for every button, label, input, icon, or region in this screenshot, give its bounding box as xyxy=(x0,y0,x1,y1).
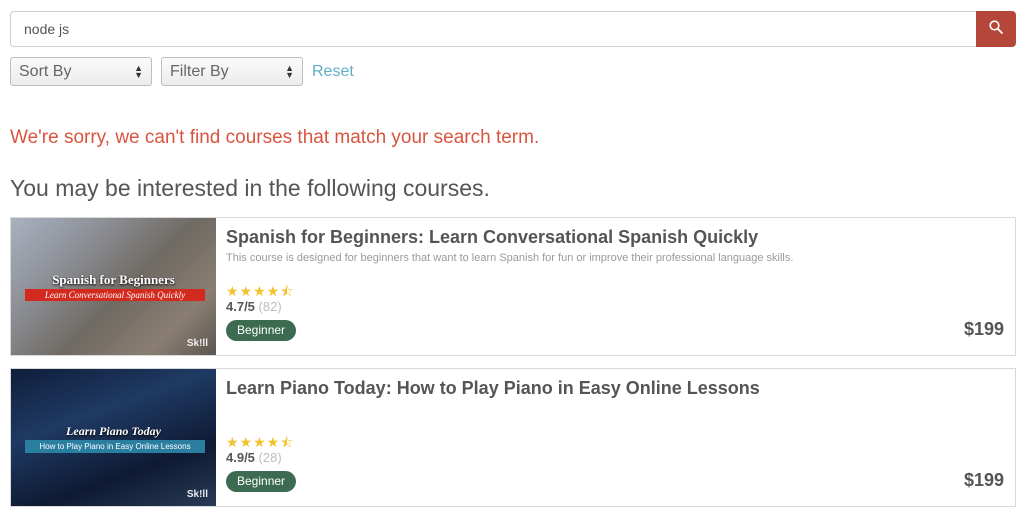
course-card[interactable]: Learn Piano Today How to Play Piano in E… xyxy=(10,368,1016,507)
course-rating: 4.7/5 (82) xyxy=(226,299,282,314)
rating-count: (82) xyxy=(258,299,282,314)
thumbnail-subtitle: Learn Conversational Spanish Quickly xyxy=(25,289,205,301)
sort-by-select[interactable]: Sort By ▲ ▼ xyxy=(10,57,152,86)
search-bar xyxy=(10,11,1016,47)
course-thumbnail[interactable]: Learn Piano Today How to Play Piano in E… xyxy=(11,369,216,506)
course-thumbnail[interactable]: Spanish for Beginners Learn Conversation… xyxy=(11,218,216,355)
select-arrows-icon: ▲ ▼ xyxy=(134,62,143,80)
brand-logo: Sk!ll xyxy=(186,338,208,349)
course-title[interactable]: Learn Piano Today: How to Play Piano in … xyxy=(226,378,760,399)
course-card[interactable]: Spanish for Beginners Learn Conversation… xyxy=(10,217,1016,356)
thumbnail-subtitle: How to Play Piano in Easy Online Lessons xyxy=(25,440,205,453)
level-badge: Beginner xyxy=(226,320,297,341)
rating-count: (28) xyxy=(258,450,282,465)
rating-value: 4.7/5 xyxy=(226,299,255,314)
reset-link[interactable]: Reset xyxy=(312,63,354,81)
course-title[interactable]: Spanish for Beginners: Learn Conversatio… xyxy=(226,227,758,248)
course-price: $199 xyxy=(963,319,1004,339)
controls-row: Sort By ▲ ▼ Filter By ▲ ▼ Reset xyxy=(10,57,354,86)
thumbnail-title: Learn Piano Today xyxy=(66,424,161,438)
sort-by-label: Sort By xyxy=(19,62,72,80)
rating-value: 4.9/5 xyxy=(226,450,255,465)
course-info: Learn Piano Today: How to Play Piano in … xyxy=(226,369,1015,506)
select-arrows-icon: ▲ ▼ xyxy=(285,62,294,80)
brand-logo: Sk!ll xyxy=(186,489,208,500)
thumbnail-title: Spanish for Beginners xyxy=(52,272,175,287)
filter-by-select[interactable]: Filter By ▲ ▼ xyxy=(161,57,303,86)
search-button[interactable] xyxy=(976,11,1016,47)
level-badge: Beginner xyxy=(226,471,297,492)
filter-by-label: Filter By xyxy=(170,62,229,80)
course-price: $199 xyxy=(963,470,1004,490)
course-info: Spanish for Beginners: Learn Conversatio… xyxy=(226,218,1015,355)
suggestions-heading: You may be interested in the following c… xyxy=(10,175,490,201)
no-results-message: We're sorry, we can't find courses that … xyxy=(10,127,540,148)
search-icon xyxy=(989,19,1003,39)
course-description: This course is designed for beginners th… xyxy=(226,252,794,264)
course-rating: 4.9/5 (28) xyxy=(226,450,282,465)
search-input[interactable] xyxy=(10,11,976,47)
